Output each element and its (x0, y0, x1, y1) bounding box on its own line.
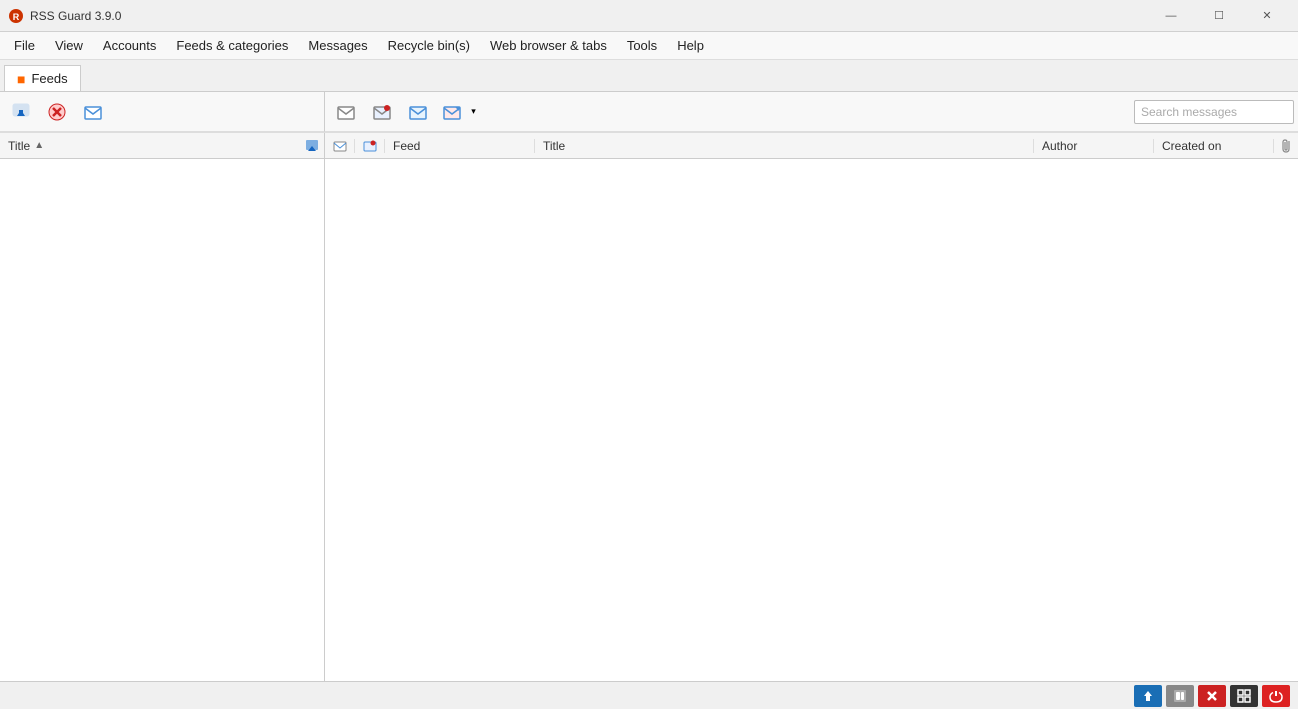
feeds-table-header: Title ▲ (0, 133, 324, 159)
window-controls: — ☐ ✕ (1148, 0, 1290, 32)
messages-date-column[interactable]: Created on (1154, 139, 1274, 153)
menu-web-browser[interactable]: Web browser & tabs (480, 34, 617, 57)
tab-bar: ■ Feeds (0, 60, 1298, 92)
status-stop-button[interactable] (1198, 685, 1226, 707)
messages-panel-body (325, 159, 1298, 681)
messages-feed-column[interactable]: Feed (385, 139, 535, 153)
feeds-count-column (300, 139, 324, 153)
status-bar (0, 681, 1298, 709)
app-icon: R (8, 8, 24, 24)
mark-unread-button[interactable] (365, 97, 399, 127)
messages-author-column[interactable]: Author (1034, 139, 1154, 153)
delete-message-button[interactable] (437, 97, 467, 127)
title-bar: R RSS Guard 3.9.0 — ☐ ✕ (0, 0, 1298, 32)
content-area: Title ▲ (0, 133, 1298, 681)
menu-tools[interactable]: Tools (617, 34, 667, 57)
main-area: ▾ Title ▲ (0, 92, 1298, 681)
feeds-panel-body (0, 159, 324, 681)
menu-file[interactable]: File (4, 34, 45, 57)
status-info-button[interactable] (1166, 685, 1194, 707)
delete-dropdown-arrow[interactable]: ▾ (467, 97, 481, 127)
minimize-button[interactable]: — (1148, 0, 1194, 32)
status-download-button[interactable] (1134, 685, 1162, 707)
menu-help[interactable]: Help (667, 34, 714, 57)
update-all-button[interactable] (4, 97, 38, 127)
messages-read-column[interactable] (325, 139, 355, 153)
feeds-toolbar (0, 92, 325, 132)
mark-all-read-button[interactable] (76, 97, 110, 127)
search-messages-input[interactable] (1134, 100, 1294, 124)
mark-read-button[interactable] (329, 97, 363, 127)
messages-attach-column (1274, 139, 1298, 153)
maximize-button[interactable]: ☐ (1196, 0, 1242, 32)
feeds-panel: Title ▲ (0, 133, 325, 681)
feeds-title-label: Title (8, 139, 30, 153)
feeds-sort-arrow: ▲ (34, 140, 44, 151)
app-title: RSS Guard 3.9.0 (30, 9, 1148, 23)
status-expand-button[interactable] (1230, 685, 1258, 707)
delete-message-split-button[interactable]: ▾ (437, 97, 481, 127)
menu-view[interactable]: View (45, 34, 93, 57)
messages-flag-column[interactable] (355, 139, 385, 153)
messages-title-column[interactable]: Title (535, 139, 1034, 153)
menu-feeds-categories[interactable]: Feeds & categories (166, 34, 298, 57)
feeds-title-column[interactable]: Title ▲ (0, 139, 300, 153)
stop-update-button[interactable] (40, 97, 74, 127)
messages-panel: Feed Title Author Created on (325, 133, 1298, 681)
messages-table-header: Feed Title Author Created on (325, 133, 1298, 159)
menu-messages[interactable]: Messages (298, 34, 377, 57)
tab-feeds[interactable]: ■ Feeds (4, 65, 81, 91)
tab-feeds-label: Feeds (31, 71, 67, 86)
mark-important-button[interactable] (401, 97, 435, 127)
rss-icon: ■ (17, 71, 25, 87)
svg-text:R: R (13, 12, 20, 22)
close-button[interactable]: ✕ (1244, 0, 1290, 32)
menu-accounts[interactable]: Accounts (93, 34, 166, 57)
messages-toolbar: ▾ (325, 92, 1298, 132)
menu-recycle-bin[interactable]: Recycle bin(s) (378, 34, 480, 57)
menu-bar: File View Accounts Feeds & categories Me… (0, 32, 1298, 60)
status-power-button[interactable] (1262, 685, 1290, 707)
